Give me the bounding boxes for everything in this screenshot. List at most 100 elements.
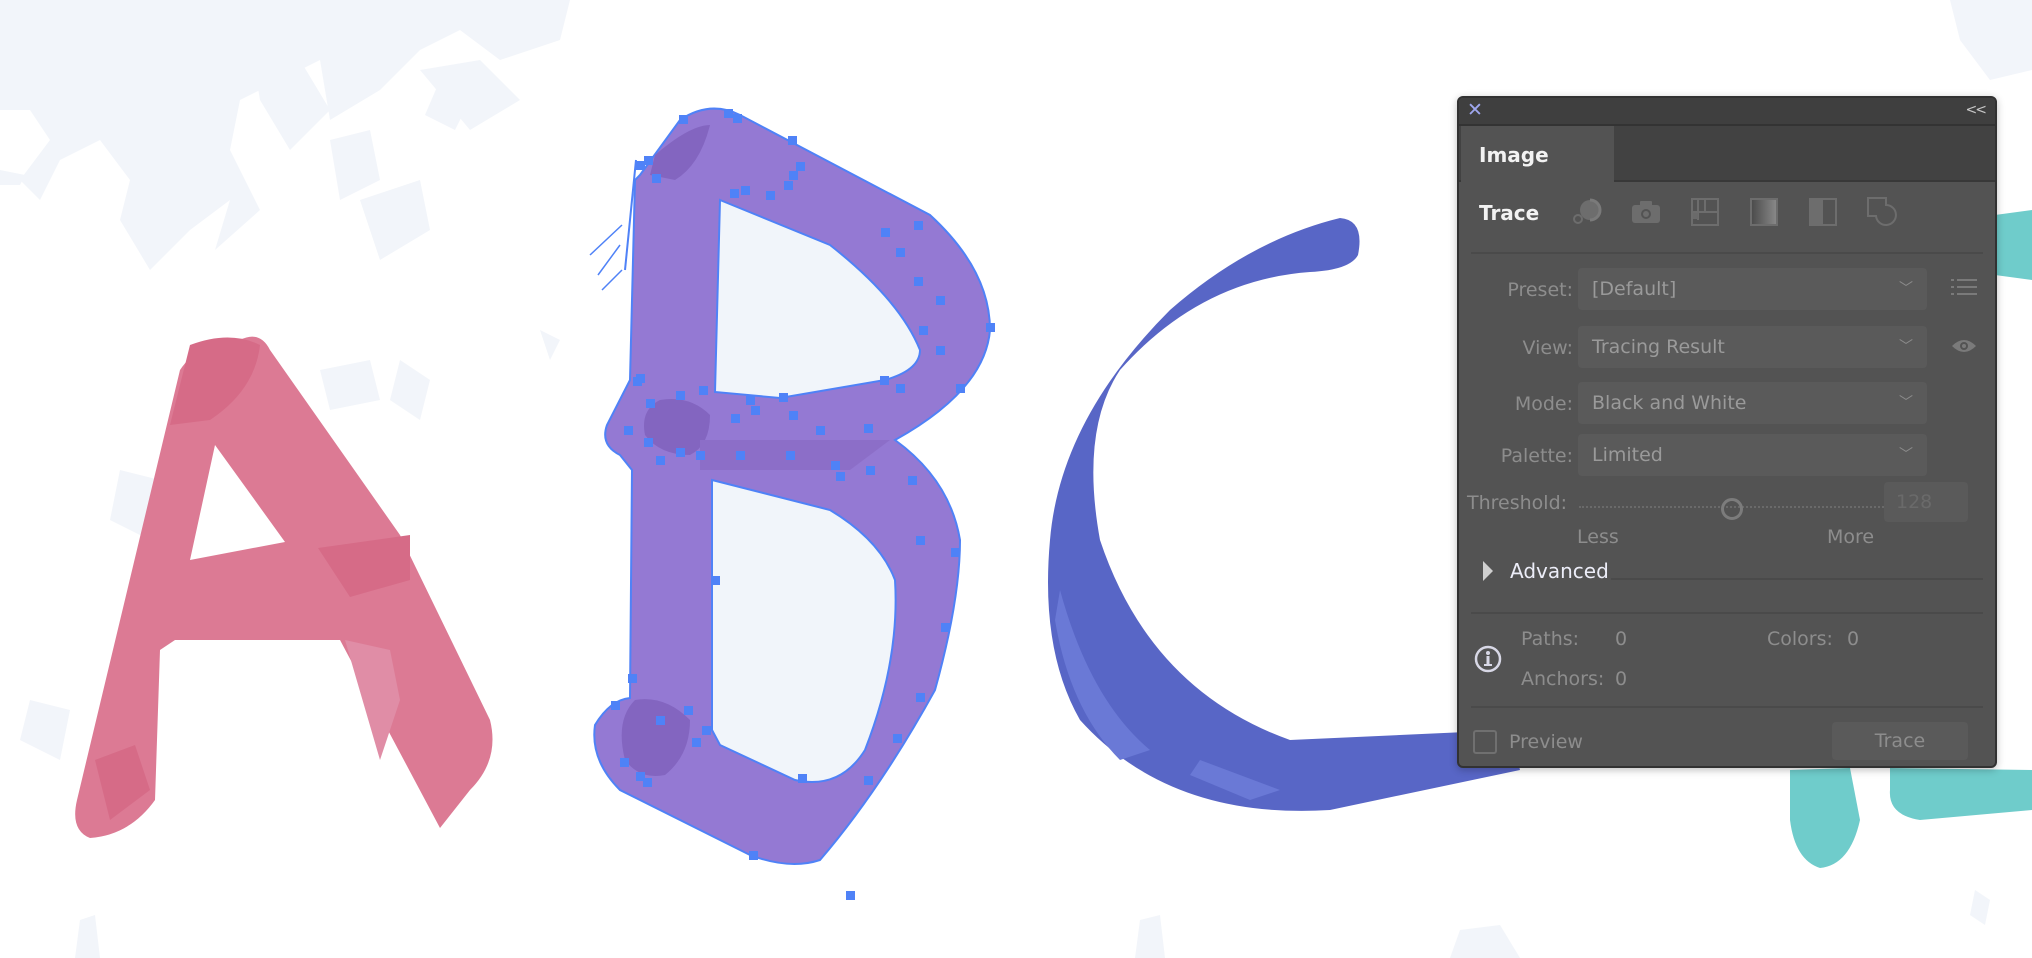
eye-icon[interactable] (1951, 338, 1977, 358)
anchor-point[interactable] (919, 326, 928, 335)
grayscale-icon[interactable] (1746, 194, 1781, 229)
anchor-point[interactable] (676, 448, 685, 457)
preset-icons-row (1459, 194, 1995, 240)
anchor-point[interactable] (731, 414, 740, 423)
anchor-point[interactable] (636, 374, 645, 383)
anchor-point[interactable] (880, 376, 889, 385)
anchor-point[interactable] (941, 623, 950, 632)
anchor-point[interactable] (796, 162, 805, 171)
threshold-slider-thumb[interactable] (1720, 498, 1743, 520)
letter-c[interactable] (1048, 218, 1520, 811)
anchor-point[interactable] (936, 296, 945, 305)
anchor-point[interactable] (788, 136, 797, 145)
anchor-point[interactable] (643, 778, 652, 787)
paths-value: 0 (1615, 628, 1628, 650)
anchor-point[interactable] (749, 851, 758, 860)
anchor-point[interactable] (730, 189, 739, 198)
mode-dropdown[interactable]: Black and White ﹀ (1578, 382, 1927, 424)
threshold-value-input[interactable]: 128 (1884, 482, 1968, 522)
anchor-point[interactable] (784, 181, 793, 190)
panel-titlebar[interactable]: ✕ << (1459, 98, 1995, 126)
trace-button[interactable]: Trace (1832, 722, 1968, 760)
anchor-point[interactable] (766, 191, 775, 200)
anchor-point[interactable] (951, 548, 960, 557)
anchor-point[interactable] (692, 738, 701, 747)
low-color-icon[interactable] (1687, 194, 1722, 229)
chevron-down-icon: ﹀ (1899, 281, 1913, 297)
outline-icon[interactable] (1864, 194, 1899, 229)
anchor-point[interactable] (779, 393, 788, 402)
palette-dropdown[interactable]: Limited ﹀ (1578, 434, 1927, 476)
anchor-point[interactable] (914, 277, 923, 286)
anchor-point[interactable] (916, 536, 925, 545)
anchor-point[interactable] (644, 438, 653, 447)
preset-dropdown[interactable]: [Default] ﹀ (1578, 268, 1927, 310)
anchor-point[interactable] (676, 391, 685, 400)
colors-label: Colors: (1767, 628, 1833, 650)
anchor-point[interactable] (679, 115, 688, 124)
anchor-point[interactable] (620, 758, 629, 767)
threshold-more-label: More (1827, 526, 1875, 548)
preview-checkbox[interactable] (1473, 730, 1497, 754)
anchor-point[interactable] (711, 576, 720, 585)
anchor-point[interactable] (831, 461, 840, 470)
close-icon[interactable]: ✕ (1467, 99, 1483, 121)
panel-tabbar: Image Trace (1459, 126, 1995, 225)
anchor-point[interactable] (751, 406, 760, 415)
anchor-point[interactable] (652, 174, 661, 183)
advanced-disclosure[interactable]: Advanced (1483, 556, 1609, 586)
anchor-point[interactable] (746, 396, 755, 405)
anchor-point[interactable] (893, 734, 902, 743)
anchor-point[interactable] (736, 451, 745, 460)
anchor-point[interactable] (914, 221, 923, 230)
anchor-point[interactable] (684, 706, 693, 715)
anchor-point[interactable] (798, 774, 807, 783)
collapse-panel-button[interactable]: << (1966, 100, 1988, 120)
anchor-point[interactable] (881, 228, 890, 237)
anchor-point[interactable] (741, 186, 750, 195)
anchor-point[interactable] (646, 399, 655, 408)
paths-label: Paths: (1521, 628, 1580, 650)
anchor-point[interactable] (702, 726, 711, 735)
anchor-point[interactable] (908, 476, 917, 485)
anchor-point[interactable] (786, 451, 795, 460)
tab-image-trace[interactable]: Image Trace (1461, 126, 1614, 225)
anchor-point[interactable] (816, 426, 825, 435)
anchor-point[interactable] (628, 674, 637, 683)
anchor-point[interactable] (864, 424, 873, 433)
preview-label: Preview (1509, 731, 1583, 753)
anchor-point[interactable] (956, 384, 965, 393)
anchor-point[interactable] (789, 411, 798, 420)
divider (1471, 612, 1983, 614)
anchor-point[interactable] (733, 114, 742, 123)
anchor-point[interactable] (624, 426, 633, 435)
anchor-point[interactable] (644, 156, 653, 165)
preview-checkbox-row[interactable]: Preview (1473, 730, 1583, 754)
letter-b[interactable] (589, 107, 992, 865)
anchor-point[interactable] (636, 161, 645, 170)
anchor-point[interactable] (864, 776, 873, 785)
black-and-white-icon[interactable] (1805, 194, 1840, 229)
manage-presets-icon[interactable] (1951, 278, 1977, 300)
anchor-point[interactable] (656, 456, 665, 465)
preset-label: Preset: (1507, 279, 1573, 301)
anchor-point[interactable] (916, 693, 925, 702)
letter-a[interactable] (75, 336, 493, 838)
anchor-point[interactable] (696, 451, 705, 460)
anchor-point[interactable] (866, 466, 875, 475)
anchor-point[interactable] (836, 472, 845, 481)
chevron-down-icon: ﹀ (1899, 447, 1913, 463)
anchor-point[interactable] (699, 386, 708, 395)
anchor-point[interactable] (656, 716, 665, 725)
anchor-point[interactable] (789, 171, 798, 180)
anchor-point[interactable] (611, 701, 620, 710)
view-dropdown[interactable]: Tracing Result ﹀ (1578, 326, 1927, 368)
anchor-point[interactable] (896, 248, 905, 257)
auto-color-icon[interactable] (1569, 194, 1604, 229)
anchor-point[interactable] (936, 346, 945, 355)
anchor-point[interactable] (896, 384, 905, 393)
anchor-point[interactable] (986, 323, 995, 332)
anchor-point[interactable] (724, 109, 733, 118)
anchor-point[interactable] (846, 891, 855, 900)
high-color-icon[interactable] (1628, 194, 1663, 229)
